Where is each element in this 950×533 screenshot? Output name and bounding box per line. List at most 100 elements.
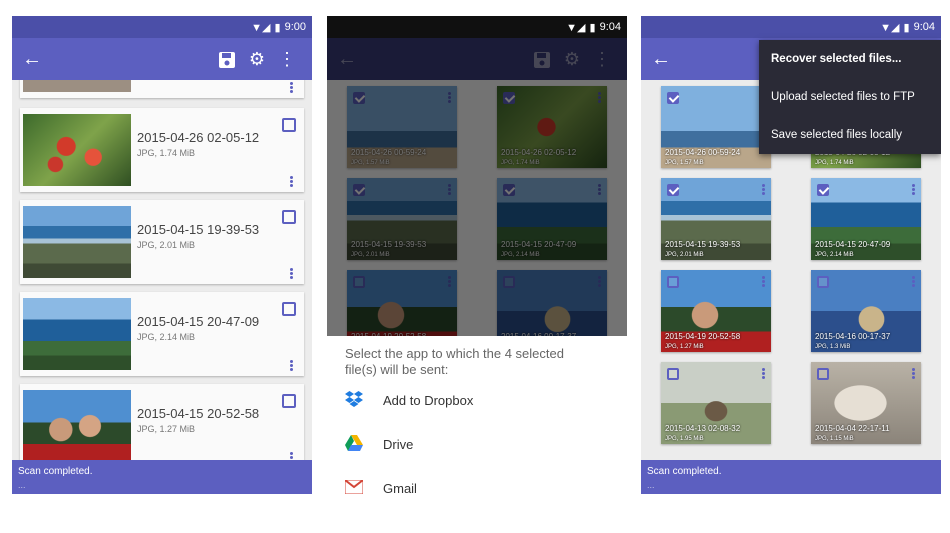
file-date: 2015-04-04 22-17-11 — [815, 424, 890, 433]
select-checkbox[interactable] — [667, 276, 679, 288]
thumbnail — [23, 390, 131, 460]
more-vert-icon[interactable] — [288, 451, 294, 460]
file-meta: JPG, 2.14 MiB — [815, 252, 854, 258]
file-date: 2015-04-15 19-39-53 — [665, 240, 741, 249]
status-time: 9:04 — [913, 21, 935, 33]
more-vert-icon[interactable] — [288, 81, 294, 94]
file-date: 2015-04-19 20-52-58 — [665, 332, 741, 341]
more-vert-icon[interactable] — [761, 183, 765, 196]
phone-screen-list: ▼◢ ▮ 9:00 ← ⚙ ⋮ 2015-04-26 02-05-12 JPG,… — [12, 16, 312, 494]
select-checkbox[interactable] — [667, 368, 679, 380]
share-option-label: Add to Dropbox — [383, 392, 474, 408]
more-vert-icon[interactable] — [761, 275, 765, 288]
share-sheet: Select the app to which the 4 selected f… — [327, 336, 627, 494]
modal-scrim[interactable] — [327, 38, 627, 336]
more-vert-icon[interactable] — [288, 359, 294, 372]
arrow-left-icon[interactable]: ← — [651, 48, 681, 71]
file-date: 2015-04-15 20-47-09 — [137, 314, 260, 329]
file-meta: JPG, 1.74 MiB — [815, 160, 854, 166]
wifi-icon: ▼◢ — [251, 21, 271, 34]
file-date: 2015-04-13 02-08-32 — [665, 424, 741, 433]
list-item[interactable]: 2015-04-15 19-39-53 JPG, 2.01 MiB — [20, 200, 304, 284]
select-checkbox[interactable] — [817, 184, 829, 196]
save-icon[interactable] — [212, 49, 242, 70]
menu-item-recover[interactable]: Recover selected files... — [759, 40, 941, 78]
select-checkbox[interactable] — [282, 302, 296, 316]
more-vert-icon[interactable] — [911, 183, 915, 196]
file-date: 2015-04-15 20-52-58 — [137, 406, 260, 421]
share-option-gmail[interactable]: Gmail — [344, 466, 609, 495]
status-time: 9:00 — [284, 21, 306, 33]
select-checkbox[interactable] — [817, 368, 829, 380]
file-date: 2015-04-15 19-39-53 — [137, 222, 260, 237]
wifi-icon: ▼◢ — [880, 21, 900, 34]
battery-icon: ▮ — [903, 21, 910, 34]
phone-screen-share: ▼◢ ▮ 9:04 ← ⚙ ⋮ 2015-04-26 00-59-24 JPG,… — [327, 16, 627, 494]
grid-item[interactable]: 2015-04-26 00-59-24 JPG, 1.57 MiB — [661, 86, 771, 168]
gear-icon[interactable]: ⚙ — [242, 49, 272, 70]
battery-icon: ▮ — [274, 21, 281, 34]
scan-status-detail: ... — [18, 480, 26, 490]
scan-status-snackbar: Scan completed. ... — [12, 460, 312, 494]
menu-item-save-locally[interactable]: Save selected files locally — [759, 116, 941, 154]
thumbnail — [23, 206, 131, 278]
file-list: 2015-04-26 02-05-12 JPG, 1.74 MiB 2015-0… — [12, 80, 312, 460]
file-meta: JPG, 1.3 MiB — [815, 344, 851, 350]
grid-item[interactable]: 2015-04-04 22-17-11 JPG, 1.15 MiB — [811, 362, 921, 444]
status-time: 9:04 — [599, 21, 621, 33]
drive-icon — [345, 434, 383, 454]
list-item[interactable] — [20, 80, 304, 98]
arrow-left-icon[interactable]: ← — [22, 48, 52, 71]
file-meta: JPG, 1.57 MiB — [665, 160, 704, 166]
share-option-label: Gmail — [383, 480, 417, 495]
share-option-label: Drive — [383, 436, 414, 452]
file-date: 2015-04-16 00-17-37 — [815, 332, 891, 341]
scan-status-snackbar: Scan completed. ... — [641, 460, 941, 494]
more-vert-icon[interactable] — [911, 367, 915, 380]
status-bar: ▼◢ ▮ 9:00 — [12, 16, 312, 38]
share-option-dropbox[interactable]: Add to Dropbox — [345, 378, 609, 422]
wifi-icon: ▼◢ — [566, 21, 586, 34]
file-date: 2015-04-26 00-59-24 — [665, 148, 741, 157]
select-checkbox[interactable] — [667, 184, 679, 196]
share-prompt: Select the app to which the 4 selected f… — [345, 346, 564, 377]
more-vert-icon[interactable] — [761, 367, 765, 380]
app-bar: ← ⚙ ⋮ — [12, 38, 312, 80]
more-vert-icon[interactable] — [288, 267, 294, 280]
select-checkbox[interactable] — [282, 394, 296, 408]
more-vert-icon[interactable] — [288, 175, 294, 188]
thumbnail — [23, 80, 131, 92]
list-item[interactable]: 2015-04-26 02-05-12 JPG, 1.74 MiB — [20, 108, 304, 192]
status-bar: ▼◢ ▮ 9:04 — [327, 16, 627, 38]
gmail-icon — [344, 478, 383, 494]
file-date: 2015-04-15 20-47-09 — [815, 240, 891, 249]
share-option-drive[interactable]: Drive — [345, 422, 609, 466]
select-checkbox[interactable] — [817, 276, 829, 288]
file-meta: JPG, 2.01 MiB — [137, 240, 196, 250]
menu-item-upload-ftp[interactable]: Upload selected files to FTP — [759, 78, 941, 116]
dropbox-icon — [345, 390, 383, 410]
grid-item[interactable]: 2015-04-15 20-47-09 JPG, 2.14 MiB — [811, 178, 921, 260]
file-meta: JPG, 2.14 MiB — [137, 332, 196, 342]
select-checkbox[interactable] — [667, 92, 679, 104]
file-meta: JPG, 1.27 MiB — [137, 424, 196, 434]
file-date: 2015-04-26 02-05-12 — [137, 130, 260, 145]
grid-item[interactable]: 2015-04-15 19-39-53 JPG, 2.01 MiB — [661, 178, 771, 260]
grid-item[interactable]: 2015-04-16 00-17-37 JPG, 1.3 MiB — [811, 270, 921, 352]
file-meta: JPG, 1.95 MiB — [665, 436, 704, 442]
file-meta: JPG, 2.01 MiB — [665, 252, 704, 258]
scan-status-text: Scan completed. — [647, 466, 722, 477]
more-vert-icon[interactable]: ⋮ — [272, 49, 302, 70]
select-checkbox[interactable] — [282, 210, 296, 224]
more-vert-icon[interactable] — [911, 275, 915, 288]
grid-item[interactable]: 2015-04-19 20-52-58 JPG, 1.27 MiB — [661, 270, 771, 352]
file-meta: JPG, 1.15 MiB — [815, 436, 854, 442]
scan-status-text: Scan completed. — [18, 466, 93, 477]
list-item[interactable]: 2015-04-15 20-52-58 JPG, 1.27 MiB — [20, 384, 304, 460]
grid-item[interactable]: 2015-04-13 02-08-32 JPG, 1.95 MiB — [661, 362, 771, 444]
list-item[interactable]: 2015-04-15 20-47-09 JPG, 2.14 MiB — [20, 292, 304, 376]
thumbnail — [23, 114, 131, 186]
overflow-menu: Recover selected files... Upload selecte… — [759, 40, 941, 154]
select-checkbox[interactable] — [282, 118, 296, 132]
thumbnail — [23, 298, 131, 370]
